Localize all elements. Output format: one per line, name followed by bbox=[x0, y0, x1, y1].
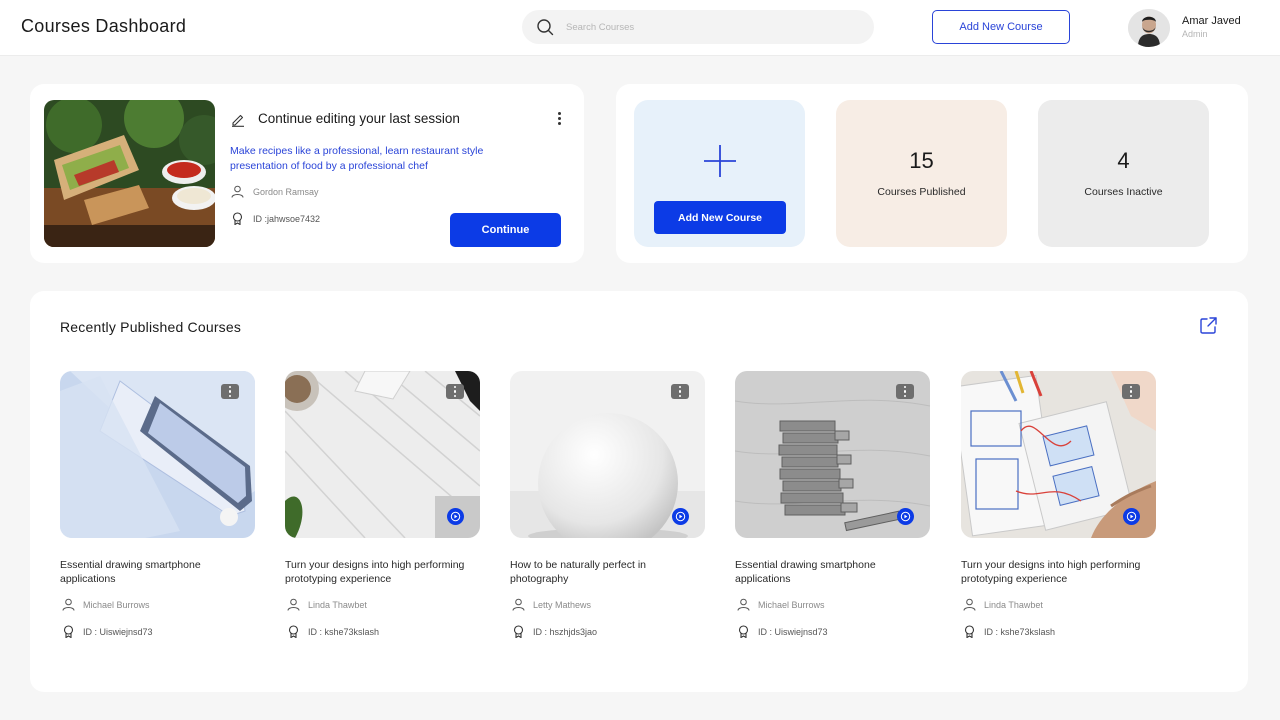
user-icon bbox=[737, 598, 750, 611]
session-id: ID :jahwsoe7432 bbox=[253, 214, 321, 224]
id-badge-icon bbox=[738, 625, 749, 638]
course-card[interactable]: How to be naturally perfect in photograp… bbox=[510, 371, 705, 651]
search-input[interactable] bbox=[566, 10, 856, 44]
user-name: Amar Javed bbox=[1182, 15, 1241, 27]
search-bar[interactable] bbox=[522, 10, 874, 44]
user-icon bbox=[963, 598, 976, 611]
course-title[interactable]: Essential drawing smartphone application… bbox=[60, 558, 255, 586]
plus-icon[interactable] bbox=[702, 143, 738, 179]
course-author: Linda Thawbet bbox=[984, 600, 1043, 610]
user-icon bbox=[512, 598, 525, 611]
section-title: Recently Published Courses bbox=[60, 319, 242, 335]
session-image-wraps bbox=[44, 100, 215, 247]
page-title: Courses Dashboard bbox=[21, 16, 187, 36]
course-author: Linda Thawbet bbox=[308, 600, 367, 610]
course-more-options-icon[interactable] bbox=[896, 384, 914, 399]
search-icon[interactable] bbox=[536, 18, 554, 36]
course-card[interactable]: Turn your designs into high performing p… bbox=[285, 371, 480, 651]
course-author: Michael Burrows bbox=[83, 600, 150, 610]
id-badge-icon bbox=[964, 625, 975, 638]
courses-published-label: Courses Published bbox=[877, 186, 966, 198]
course-more-options-icon[interactable] bbox=[1122, 384, 1140, 399]
courses-inactive-count: 4 bbox=[1117, 148, 1130, 173]
session-description: Make recipes like a professional, learn … bbox=[230, 145, 484, 172]
course-title[interactable]: Turn your designs into high performing p… bbox=[285, 558, 480, 586]
stats-card: Add New Course 15 Courses Published 4 Co… bbox=[616, 84, 1248, 263]
play-icon[interactable] bbox=[447, 508, 464, 525]
course-card[interactable]: Essential drawing smartphone application… bbox=[60, 371, 255, 651]
course-title[interactable]: How to be naturally perfect in photograp… bbox=[510, 558, 705, 586]
edit-icon bbox=[232, 114, 244, 127]
top-header: Courses Dashboard Add New Course Amar Ja… bbox=[0, 0, 1280, 56]
courses-published-count: 15 bbox=[909, 148, 934, 173]
course-id: ID : kshe73kslash bbox=[308, 627, 380, 637]
id-badge-icon bbox=[63, 625, 74, 638]
id-badge-icon bbox=[232, 212, 243, 225]
course-title[interactable]: Turn your designs into high performing p… bbox=[961, 558, 1156, 586]
courses-inactive-tile: 4 Courses Inactive bbox=[1038, 100, 1209, 247]
id-badge-icon bbox=[288, 625, 299, 638]
play-icon[interactable] bbox=[1123, 508, 1140, 525]
last-session-card: Continue editing your last session Make … bbox=[30, 84, 584, 263]
add-new-course-button[interactable]: Add New Course bbox=[932, 10, 1070, 44]
course-thumbnail-wooden-block-tower[interactable] bbox=[735, 371, 930, 538]
continue-button[interactable]: Continue bbox=[450, 213, 561, 247]
play-icon[interactable] bbox=[672, 508, 689, 525]
course-thumbnail-white-sphere[interactable] bbox=[510, 371, 705, 538]
id-badge-icon bbox=[513, 625, 524, 638]
course-thumbnail-glass-screen-protector[interactable] bbox=[60, 371, 255, 538]
user-icon bbox=[231, 185, 244, 198]
course-id: ID : hszhjds3jao bbox=[533, 627, 598, 637]
avatar[interactable] bbox=[1128, 9, 1170, 47]
course-title[interactable]: Essential drawing smartphone application… bbox=[735, 558, 930, 586]
course-id: ID : kshe73kslash bbox=[984, 627, 1056, 637]
course-card[interactable]: Essential drawing smartphone application… bbox=[735, 371, 930, 651]
course-author: Michael Burrows bbox=[758, 600, 825, 610]
user-icon bbox=[287, 598, 300, 611]
course-id: ID : Uiswiejnsd73 bbox=[83, 627, 153, 637]
course-thumbnail-white-wood-desk[interactable] bbox=[285, 371, 480, 538]
tile-add-new-course-button[interactable]: Add New Course bbox=[654, 201, 786, 234]
session-author: Gordon Ramsay bbox=[253, 187, 319, 197]
user-role: Admin bbox=[1182, 29, 1208, 39]
user-icon bbox=[62, 598, 75, 611]
add-course-tile[interactable]: Add New Course bbox=[634, 100, 805, 247]
recent-courses-section: Recently Published Courses Essential dra… bbox=[30, 291, 1248, 692]
course-thumbnail-wireframe-sketches[interactable] bbox=[961, 371, 1156, 538]
courses-published-tile: 15 Courses Published bbox=[836, 100, 1007, 247]
session-title: Continue editing your last session bbox=[258, 111, 460, 126]
course-more-options-icon[interactable] bbox=[671, 384, 689, 399]
play-icon[interactable] bbox=[897, 508, 914, 525]
course-id: ID : Uiswiejnsd73 bbox=[758, 627, 828, 637]
course-more-options-icon[interactable] bbox=[446, 384, 464, 399]
external-link-icon[interactable] bbox=[1199, 316, 1218, 335]
course-more-options-icon[interactable] bbox=[221, 384, 239, 399]
courses-inactive-label: Courses Inactive bbox=[1084, 186, 1163, 198]
course-author: Letty Mathews bbox=[533, 600, 592, 610]
session-more-options-icon[interactable] bbox=[554, 112, 564, 125]
course-card[interactable]: Turn your designs into high performing p… bbox=[961, 371, 1156, 651]
